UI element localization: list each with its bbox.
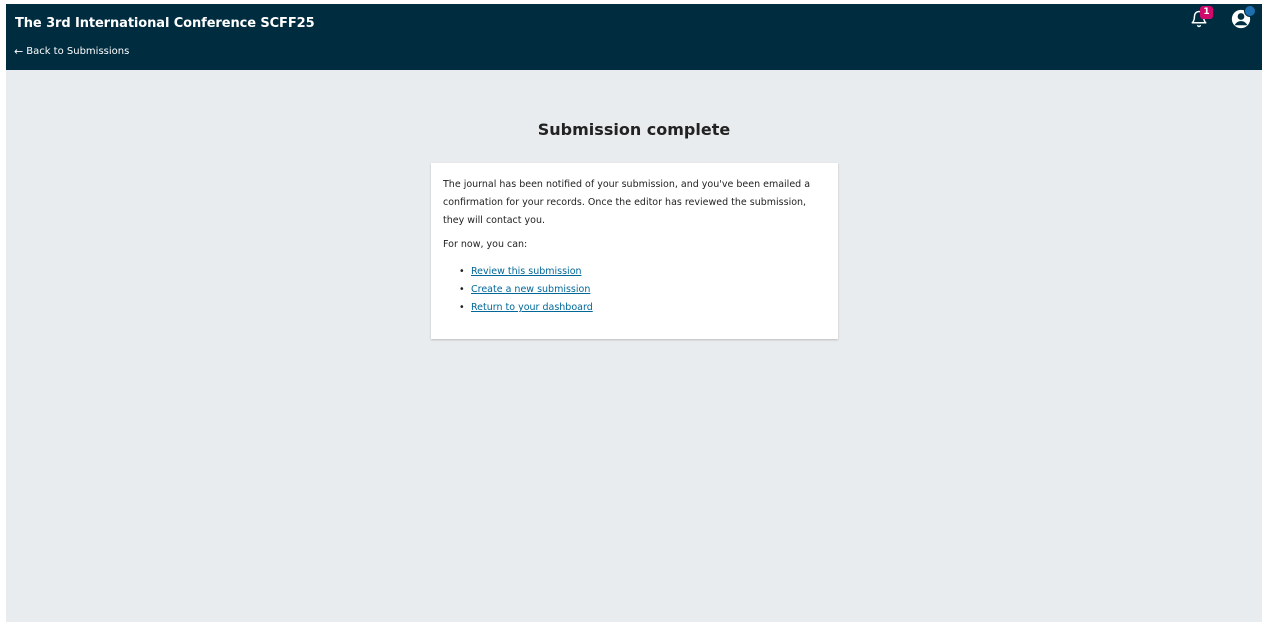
site-title: The 3rd International Conference SCFF25 [15, 16, 315, 31]
notifications-button[interactable]: 1 [1188, 6, 1213, 30]
list-item: Create a new submission [459, 281, 826, 299]
options-intro: For now, you can: [443, 239, 528, 250]
submission-complete-card: The journal has been notified of your su… [431, 163, 838, 339]
top-navigation-bar: The 3rd International Conference SCFF25 … [6, 4, 1262, 70]
confirmation-message: The journal has been notified of your su… [443, 179, 811, 226]
notification-count-badge: 1 [1200, 6, 1213, 19]
list-item: Review this submission [459, 263, 826, 281]
page-title: Submission complete [537, 120, 731, 139]
back-to-submissions-link[interactable]: ← Back to Submissions [14, 46, 129, 57]
user-status-dot [1244, 5, 1256, 17]
app-window: The 3rd International Conference SCFF25 … [6, 4, 1262, 622]
return-to-dashboard-link[interactable]: Return to your dashboard [471, 302, 593, 313]
create-new-submission-link[interactable]: Create a new submission [471, 284, 590, 295]
review-submission-link[interactable]: Review this submission [471, 266, 582, 277]
list-item: Return to your dashboard [459, 299, 826, 317]
user-menu-button[interactable] [1230, 5, 1256, 30]
arrow-left-icon: ← [14, 45, 24, 58]
back-link-label: Back to Submissions [26, 46, 130, 57]
header-actions: 1 [1188, 5, 1256, 30]
next-steps-list: Review this submission Create a new subm… [443, 263, 826, 317]
